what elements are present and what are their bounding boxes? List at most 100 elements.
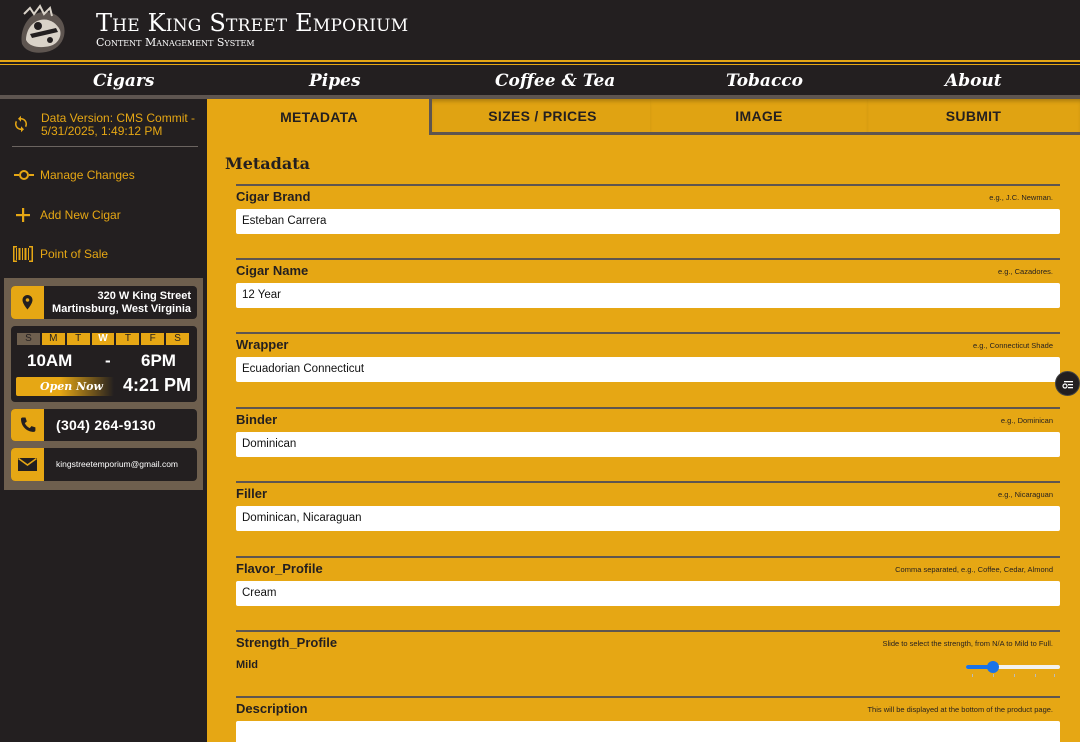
add-new-cigar-label: Add New Cigar [40,208,121,222]
day-thursday: T [115,332,141,346]
binder-hint: e.g., Dominican [1000,416,1053,425]
day-friday: F [140,332,166,346]
tab-submit[interactable]: SUBMIT [867,99,1080,135]
filler-label: Filler [236,486,268,501]
opening-time: 10AM [27,351,73,370]
strength-slider[interactable] [966,661,1060,677]
tab-metadata[interactable]: METADATA [207,99,431,135]
strength-profile-label: Strength_Profile [236,635,338,650]
closing-time: 6PM [141,351,176,370]
flavor-profile-input[interactable]: Cream [236,581,1060,606]
list-settings-icon [1062,381,1073,389]
address-icon-box [11,286,44,319]
hours-separator: - [105,351,111,370]
point-of-sale-link[interactable]: Point of Sale [12,243,198,265]
data-version-text: Data Version: CMS Commit - 5/31/2025, 1:… [41,111,196,138]
floating-settings-button[interactable] [1055,371,1080,396]
filler-hint: e.g., Nicaraguan [997,490,1053,499]
day-saturday: S [165,332,191,346]
address-line-1: 320 W King Street [97,290,191,302]
data-version: Data Version: CMS Commit - 5/31/2025, 1:… [12,111,198,147]
slider-tick [1014,674,1015,677]
day-sunday: S [16,332,41,346]
filler-input[interactable]: Dominican, Nicaraguan [236,506,1060,531]
tab-bar: METADATA SIZES / PRICES IMAGE SUBMIT [207,99,1080,135]
open-status-badge: Open Now [16,377,114,396]
sidebar: Data Version: CMS Commit - 5/31/2025, 1:… [0,99,207,742]
nav-item-cigars[interactable]: Cigars [93,71,154,91]
site-title: The King Street Emporium [96,9,409,37]
sync-icon [15,115,27,133]
nav-item-tobacco[interactable]: Tobacco [726,71,803,91]
address-card[interactable]: 320 W King Street Martinsburg, West Virg… [11,286,197,319]
manage-changes-link[interactable]: Manage Changes [12,164,198,186]
barcode-icon [13,246,33,262]
store-info-panel: 320 W King Street Martinsburg, West Virg… [4,278,203,490]
cigar-name-field: Cigar Name e.g., Cazadores. 12 Year [236,258,1060,318]
cigar-name-label: Cigar Name [236,263,309,278]
description-hint: This will be displayed at the bottom of … [867,705,1053,714]
nav-item-about[interactable]: About [945,71,1002,91]
slider-thumb[interactable] [986,661,999,673]
tab-sizes-prices[interactable]: SIZES / PRICES [429,99,653,135]
strength-value: Mild [236,659,258,671]
cigar-name-hint: e.g., Cazadores. [997,267,1053,276]
strength-profile-hint: Slide to select the strength, from N/A t… [882,639,1054,648]
day-wednesday: W [90,332,116,346]
phone-card[interactable]: (304) 264-9130 [11,409,197,441]
cigar-brand-input[interactable]: Esteban Carrera [236,209,1060,234]
tab-image[interactable]: IMAGE [650,99,868,135]
site-header: The King Street Emporium Content Managem… [0,0,1080,60]
main-content: METADATA SIZES / PRICES IMAGE SUBMIT Met… [207,99,1080,742]
flavor-profile-label: Flavor_Profile [236,561,323,576]
current-time: 4:21 PM [122,375,191,395]
commit-icon [14,170,34,180]
emporium-logo-icon[interactable] [16,4,68,56]
nav-item-pipes[interactable]: Pipes [309,71,361,91]
binder-field: Binder e.g., Dominican Dominican [236,407,1060,467]
address-line-2: Martinsburg, West Virginia [52,303,191,315]
phone-number: (304) 264-9130 [56,417,156,433]
cigar-name-input[interactable]: 12 Year [236,283,1060,308]
location-pin-icon [22,295,33,310]
cigar-brand-label: Cigar Brand [236,189,311,204]
phone-icon [21,417,36,432]
nav-bar: Cigars Pipes Coffee & Tea Tobacco About [0,64,1080,93]
strength-profile-field: Strength_Profile Slide to select the str… [236,630,1060,690]
slider-tick [1035,674,1036,677]
point-of-sale-label: Point of Sale [40,247,109,261]
email-card[interactable]: kingstreetemporium@gmail.com [11,448,197,481]
description-textarea[interactable] [236,721,1060,742]
add-new-cigar-link[interactable]: Add New Cigar [12,204,198,226]
day-monday: M [40,332,66,346]
wrapper-label: Wrapper [236,337,289,352]
email-icon-box [11,448,44,481]
slider-tick [993,674,994,677]
section-title: Metadata [225,154,310,173]
flavor-profile-field: Flavor_Profile Comma separated, e.g., Co… [236,556,1060,616]
description-field: Description This will be displayed at th… [236,696,1060,742]
hours-card: S M T W T F S 10AM - 6PM Open Now 4:21 P… [11,326,197,402]
cigar-brand-field: Cigar Brand e.g., J.C. Newman. Esteban C… [236,184,1060,244]
slider-tick [972,674,973,677]
main-nav: Cigars Pipes Coffee & Tea Tobacco About [0,60,1080,99]
wrapper-input[interactable]: Ecuadorian Connecticut [236,357,1060,382]
description-label: Description [236,701,308,716]
flavor-profile-hint: Comma separated, e.g., Coffee, Cedar, Al… [895,565,1053,574]
plus-icon [16,208,30,222]
nav-item-coffee-tea[interactable]: Coffee & Tea [495,71,615,91]
site-subtitle: Content Management System [96,36,255,49]
email-address: kingstreetemporium@gmail.com [56,459,179,469]
filler-field: Filler e.g., Nicaraguan Dominican, Nicar… [236,481,1060,541]
cigar-brand-hint: e.g., J.C. Newman. [989,193,1053,202]
wrapper-field: Wrapper e.g., Connecticut Shade Ecuadori… [236,332,1060,392]
binder-input[interactable]: Dominican [236,432,1060,457]
wrapper-hint: e.g., Connecticut Shade [972,341,1053,350]
phone-icon-box [11,409,44,441]
slider-tick [1054,674,1055,677]
day-tuesday: T [65,332,91,346]
mail-icon [18,457,37,471]
binder-label: Binder [236,412,278,427]
manage-changes-label: Manage Changes [40,168,135,182]
week-days: S M T W T F S [16,332,191,346]
